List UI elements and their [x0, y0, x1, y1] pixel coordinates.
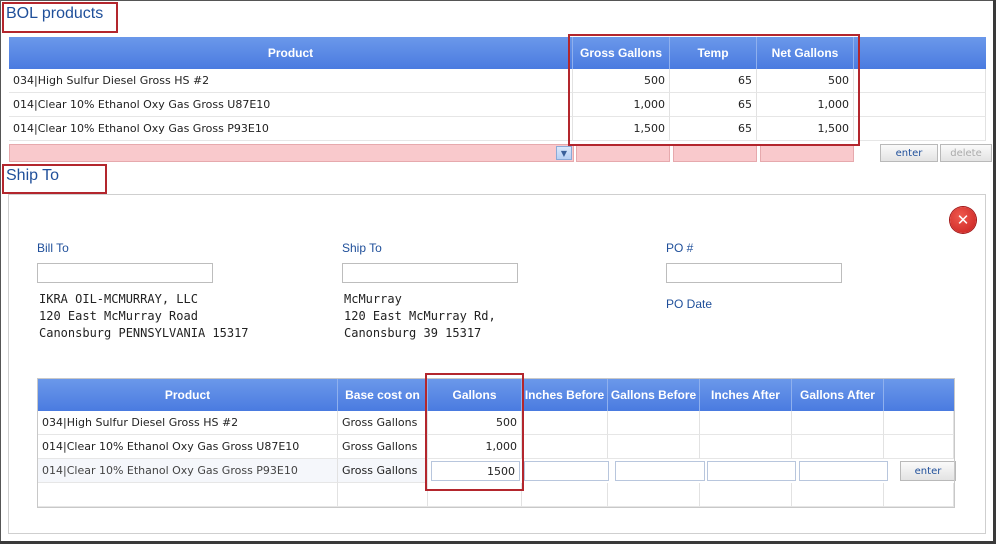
column-header-actions — [884, 379, 954, 411]
po-number-input[interactable] — [666, 263, 842, 283]
table-row-inches-before[interactable] — [522, 411, 608, 435]
table-row-empty — [522, 483, 608, 507]
ship-to-label: Ship To — [342, 241, 382, 255]
product-select[interactable] — [9, 144, 574, 162]
column-header-net-gallons[interactable]: Net Gallons — [757, 37, 854, 69]
enter-button[interactable]: enter — [900, 461, 956, 481]
table-row-gross[interactable]: 1,500 — [573, 117, 670, 141]
ship-to-input[interactable] — [342, 263, 518, 283]
gallons-input[interactable]: 1500 — [431, 461, 520, 481]
table-row-gallons-after[interactable] — [792, 411, 884, 435]
table-row-gallons-before[interactable] — [608, 435, 700, 459]
column-header-product[interactable]: Product — [9, 37, 573, 69]
bill-to-label: Bill To — [37, 241, 69, 255]
table-row-actions — [854, 93, 986, 117]
table-row-gallons-after[interactable] — [792, 435, 884, 459]
table-row-inches-after[interactable] — [700, 411, 792, 435]
table-row-product[interactable]: 014|Clear 10% Ethanol Oxy Gas Gross U87E… — [38, 435, 338, 459]
table-row-empty — [38, 483, 338, 507]
table-row-net[interactable]: 1,500 — [757, 117, 854, 141]
table-row-gross[interactable]: 500 — [573, 69, 670, 93]
column-header-inches-before[interactable]: Inches Before — [522, 379, 608, 411]
po-number-label: PO # — [666, 241, 694, 255]
table-row-actions — [854, 69, 986, 93]
table-row-gallons-before[interactable] — [608, 411, 700, 435]
po-date-label: PO Date — [666, 297, 713, 311]
table-row-inches-before[interactable] — [522, 435, 608, 459]
table-row-product[interactable]: 014|Clear 10% Ethanol Oxy Gas Gross P93E… — [38, 459, 338, 483]
gallons-before-input[interactable] — [615, 461, 705, 481]
table-row-actions — [884, 435, 954, 459]
table-row-empty — [700, 483, 792, 507]
enter-button[interactable]: enter — [880, 144, 938, 162]
temp-input[interactable] — [673, 144, 757, 162]
table-row-gallons[interactable]: 1,000 — [428, 435, 522, 459]
bill-to-input[interactable] — [37, 263, 213, 283]
table-row-base[interactable]: Gross Gallons — [338, 459, 428, 483]
close-circle-icon[interactable]: ✕ — [950, 207, 976, 233]
delete-button[interactable]: delete — [940, 144, 992, 162]
table-row-product[interactable]: 034|High Sulfur Diesel Gross HS #2 — [9, 69, 573, 93]
table-row-empty — [608, 483, 700, 507]
table-row-product[interactable]: 014|Clear 10% Ethanol Oxy Gas Gross U87E… — [9, 93, 573, 117]
inches-after-input[interactable] — [707, 461, 796, 481]
table-row-temp[interactable]: 65 — [670, 69, 757, 93]
table-row-empty — [428, 483, 522, 507]
table-row-gallons[interactable]: 500 — [428, 411, 522, 435]
table-row-net[interactable]: 1,000 — [757, 93, 854, 117]
table-row-empty — [792, 483, 884, 507]
gallons-after-input[interactable] — [799, 461, 888, 481]
column-header-product[interactable]: Product — [38, 379, 338, 411]
column-header-gross-gallons[interactable]: Gross Gallons — [573, 37, 670, 69]
chevron-down-icon[interactable]: ▼ — [556, 146, 572, 160]
inches-before-input[interactable] — [524, 461, 609, 481]
table-row-base[interactable]: Gross Gallons — [338, 435, 428, 459]
bill-to-address: IKRA OIL-MCMURRAY, LLC 120 East McMurray… — [39, 292, 249, 340]
column-header-gallons-after[interactable]: Gallons After — [792, 379, 884, 411]
column-header-actions — [854, 37, 986, 69]
table-row-net[interactable]: 500 — [757, 69, 854, 93]
column-header-temp[interactable]: Temp — [670, 37, 757, 69]
bol-section-title: BOL products — [6, 5, 104, 22]
ship-to-address: McMurray 120 East McMurray Rd, Canonsbur… — [344, 292, 496, 340]
table-row-inches-after[interactable] — [700, 435, 792, 459]
table-row-empty — [338, 483, 428, 507]
table-row-product[interactable]: 034|High Sulfur Diesel Gross HS #2 — [38, 411, 338, 435]
gross-gallons-input[interactable] — [576, 144, 670, 162]
table-row-gross[interactable]: 1,000 — [573, 93, 670, 117]
table-row-base[interactable]: Gross Gallons — [338, 411, 428, 435]
net-gallons-input[interactable] — [760, 144, 854, 162]
column-header-base-cost[interactable]: Base cost on — [338, 379, 428, 411]
table-row-actions — [884, 411, 954, 435]
table-row-empty — [884, 483, 954, 507]
table-row-temp[interactable]: 65 — [670, 93, 757, 117]
column-header-gallons[interactable]: Gallons — [428, 379, 522, 411]
table-row-product[interactable]: 014|Clear 10% Ethanol Oxy Gas Gross P93E… — [9, 117, 573, 141]
column-header-gallons-before[interactable]: Gallons Before — [608, 379, 700, 411]
table-row-temp[interactable]: 65 — [670, 117, 757, 141]
shipto-section-title: Ship To — [6, 167, 60, 184]
column-header-inches-after[interactable]: Inches After — [700, 379, 792, 411]
table-row-actions — [854, 117, 986, 141]
